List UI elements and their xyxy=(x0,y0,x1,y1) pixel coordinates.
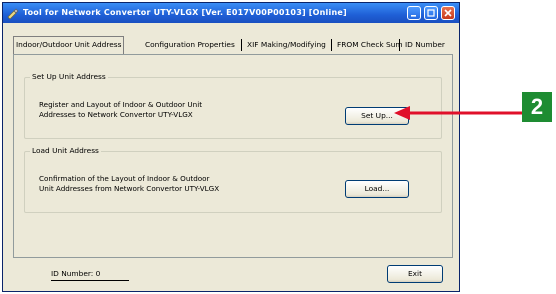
tab-indoor-outdoor-unit-address[interactable]: Indoor/Outdoor Unit Address xyxy=(13,36,125,54)
load-unit-address-group: Load Unit Address Confirmation of the La… xyxy=(24,146,442,213)
tab-configuration-properties[interactable]: Configuration Properties xyxy=(143,37,237,53)
exit-button[interactable]: Exit xyxy=(387,265,443,283)
tab-id-number[interactable]: ID Number xyxy=(403,37,447,53)
tab-from-check-sum[interactable]: FROM Check Sum xyxy=(335,37,405,53)
setup-description-line2: Addresses to Network Convertor UTY-VLGX xyxy=(39,110,193,119)
callout-step-badge: 2 xyxy=(522,92,552,122)
id-number-label: ID Number: 0 xyxy=(51,269,129,281)
window-title: Tool for Network Convertor UTY-VLGX [Ver… xyxy=(23,8,347,17)
tab-xif-making-modifying[interactable]: XIF Making/Modifying xyxy=(245,37,328,53)
tab-separator xyxy=(331,39,332,51)
title-bar[interactable]: Tool for Network Convertor UTY-VLGX [Ver… xyxy=(3,3,459,23)
load-button[interactable]: Load... xyxy=(345,180,409,198)
tab-separator xyxy=(399,39,400,51)
load-description-line2: Unit Addresses from Network Convertor UT… xyxy=(39,184,220,193)
app-icon xyxy=(7,8,19,19)
callout-arrow-icon xyxy=(394,106,522,120)
tab-separator xyxy=(241,39,242,51)
tab-panel: Set Up Unit Address Register and Layout … xyxy=(13,54,453,258)
load-description: Confirmation of the Layout of Indoor & O… xyxy=(39,174,219,194)
load-group-title: Load Unit Address xyxy=(30,146,101,155)
maximize-icon xyxy=(427,9,435,17)
close-icon xyxy=(444,9,452,17)
setup-description-line1: Register and Layout of Indoor & Outdoor … xyxy=(39,100,203,109)
setup-group-title: Set Up Unit Address xyxy=(30,72,108,81)
close-button[interactable] xyxy=(441,6,455,20)
app-window: Tool for Network Convertor UTY-VLGX [Ver… xyxy=(2,2,460,292)
minimize-button[interactable] xyxy=(407,6,421,20)
maximize-button[interactable] xyxy=(424,6,438,20)
load-description-line1: Confirmation of the Layout of Indoor & O… xyxy=(39,174,210,183)
minimize-icon xyxy=(411,15,416,17)
setup-description: Register and Layout of Indoor & Outdoor … xyxy=(39,100,202,120)
setup-unit-address-group: Set Up Unit Address Register and Layout … xyxy=(24,72,442,139)
